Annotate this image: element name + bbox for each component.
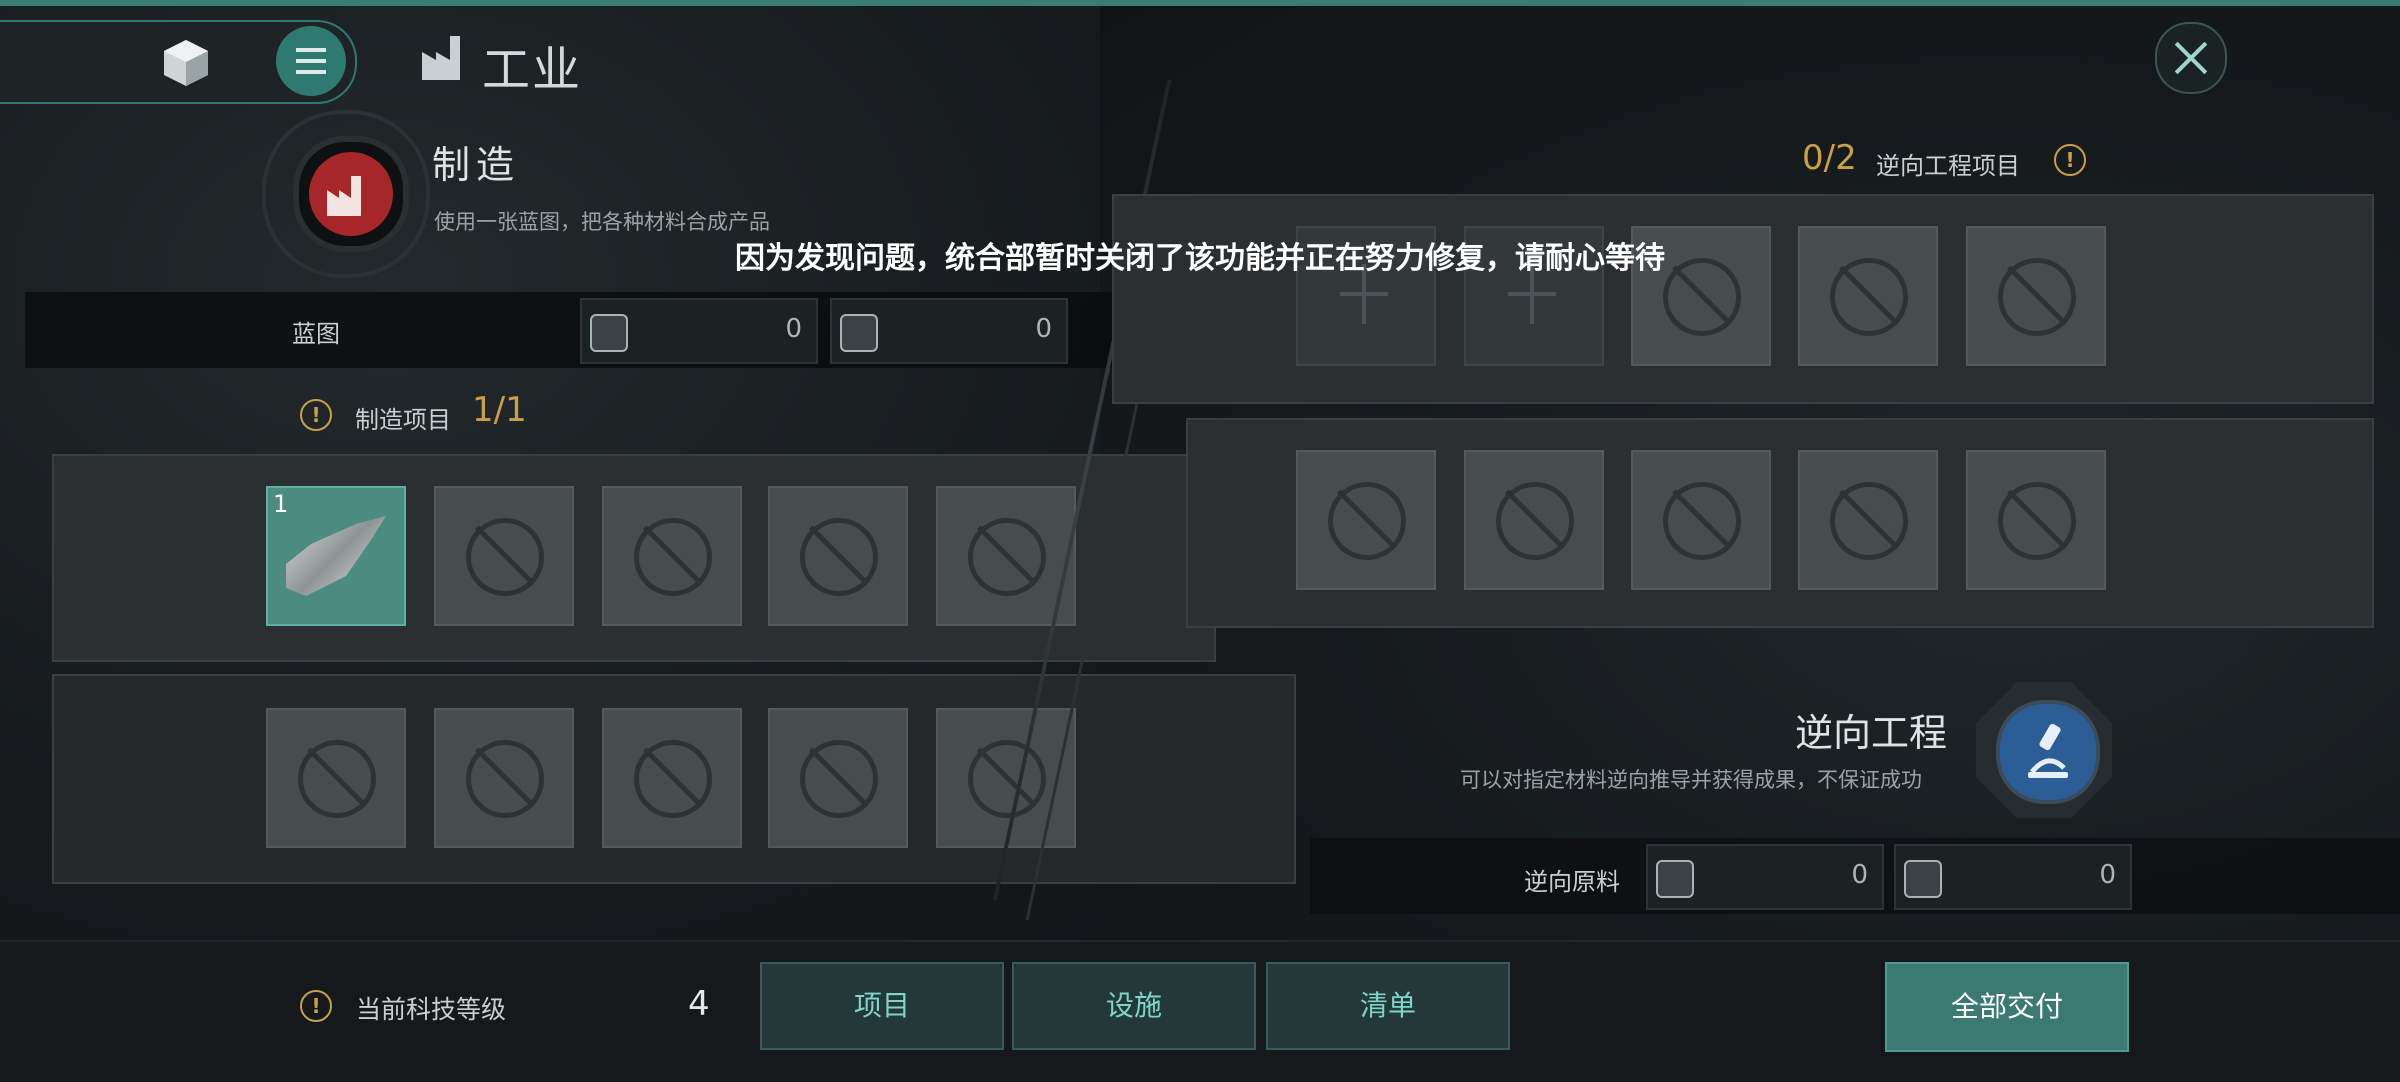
manufacture-slot-7[interactable] [434,708,574,848]
manufacture-projects-count: 1/1 [472,390,527,430]
disabled-icon [800,740,878,818]
manufacture-title: 制造 [432,143,521,187]
manufacture-projects-label: 制造项目 [355,406,451,434]
manufacture-slot-1[interactable]: 1 [266,486,406,626]
warning-icon[interactable]: ! [2054,144,2086,176]
reverse-slot-5[interactable] [1966,226,2106,366]
maintenance-notice: 因为发现问题，统合部暂时关闭了该功能并正在努力修复，请耐心等待 [735,241,1665,276]
manufacture-slot-9[interactable] [768,708,908,848]
menu-icon[interactable] [276,26,346,96]
close-icon[interactable] [2155,22,2227,94]
reverse-slot-9[interactable] [1798,450,1938,590]
disabled-icon [800,518,878,596]
facilities-button[interactable]: 设施 [1012,962,1256,1050]
cube-icon[interactable] [160,36,212,88]
ship-item-icon [286,516,386,596]
blueprint-label: 蓝图 [292,320,340,348]
reverse-slot-10[interactable] [1966,450,2106,590]
reverse-resource-2-value: 0 [2099,860,2116,890]
disabled-icon [1496,482,1574,560]
disabled-icon [466,740,544,818]
projects-button[interactable]: 项目 [760,962,1004,1050]
blueprint-resource-1-value: 0 [785,314,802,344]
reverse-resource-2-icon [1904,860,1942,898]
blueprint-resource-2-icon [840,314,878,352]
blueprint-resource-1-icon [590,314,628,352]
manufacture-slot-3[interactable] [602,486,742,626]
top-nav-pill [0,20,357,104]
disabled-icon [968,740,1046,818]
blueprint-resource-1: 0 [580,298,818,364]
manufacture-slot-6[interactable] [266,708,406,848]
disabled-icon [634,740,712,818]
reverse-resource-1: 0 [1646,844,1884,910]
microscope-icon [1996,700,2100,804]
reverse-slot-4[interactable] [1798,226,1938,366]
reverse-projects-count: 0/2 [1802,138,1857,178]
tech-level-value: 4 [688,984,710,1024]
disabled-icon [1830,258,1908,336]
factory-icon [293,136,409,252]
blueprint-resource-2-value: 0 [1035,314,1052,344]
disabled-icon [1998,482,2076,560]
manufacture-slot-8[interactable] [602,708,742,848]
factory-title-icon [422,36,460,80]
reverse-description: 可以对指定材料逆向推导并获得成果，不保证成功 [1460,768,1922,792]
disabled-icon [466,518,544,596]
warning-icon[interactable]: ! [300,399,332,431]
reverse-resource-2: 0 [1894,844,2132,910]
reverse-slot-8[interactable] [1631,450,1771,590]
reverse-projects-label: 逆向工程项目 [1876,152,2020,180]
tech-level-label: 当前科技等级 [356,995,507,1024]
disabled-icon [1663,482,1741,560]
disabled-icon [1328,482,1406,560]
slot-number: 1 [273,490,289,518]
reverse-resource-1-icon [1656,860,1694,898]
page-title: 工业 [482,42,583,98]
reverse-slot-6[interactable] [1296,450,1436,590]
reverse-resource-1-value: 0 [1851,860,1868,890]
top-accent-line [0,0,2400,6]
reverse-title: 逆向工程 [1795,711,1948,755]
manufacture-slot-4[interactable] [768,486,908,626]
deliver-all-button[interactable]: 全部交付 [1885,962,2129,1052]
disabled-icon [1830,482,1908,560]
blueprint-resource-2: 0 [830,298,1068,364]
warning-icon[interactable]: ! [300,990,332,1022]
disabled-icon [968,518,1046,596]
disabled-icon [1998,258,2076,336]
manufacture-description: 使用一张蓝图，把各种材料合成产品 [434,210,770,234]
manufacture-slot-2[interactable] [434,486,574,626]
reverse-slot-7[interactable] [1464,450,1604,590]
disabled-icon [298,740,376,818]
list-button[interactable]: 清单 [1266,962,1510,1050]
disabled-icon [634,518,712,596]
reverse-materials-label: 逆向原料 [1524,868,1620,896]
